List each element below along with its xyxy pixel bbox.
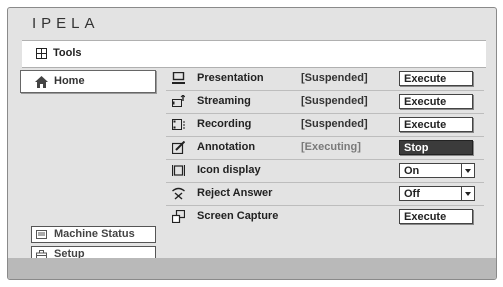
function-name: Screen Capture: [197, 210, 279, 222]
presentation-icon: [172, 72, 185, 84]
select-value: Off: [404, 188, 420, 200]
function-name: Recording: [197, 118, 252, 130]
function-row-screen-capture: Screen Capture Execute: [166, 206, 484, 228]
function-row-annotation: Annotation [Executing] Stop: [166, 137, 484, 160]
reject-icon: [172, 187, 185, 200]
home-label: Home: [54, 75, 85, 87]
function-name: Presentation: [197, 72, 264, 84]
function-name: Icon display: [197, 164, 261, 176]
monitor-icon: [36, 230, 47, 239]
tools-bar: Tools: [22, 40, 486, 68]
grid-icon: [36, 48, 47, 59]
function-state: [Executing]: [301, 141, 361, 153]
stop-button[interactable]: Stop: [399, 140, 473, 155]
function-name: Reject Answer: [197, 187, 273, 199]
function-row-reject-answer: Reject Answer Off: [166, 183, 484, 206]
function-row-icon-display: Icon display On: [166, 160, 484, 183]
home-button[interactable]: Home: [20, 70, 156, 93]
status-bar: [8, 258, 496, 279]
annotation-icon: [172, 141, 185, 154]
chevron-down-icon: [461, 164, 471, 177]
function-state: [Suspended]: [301, 118, 368, 130]
ipela-logo: IPELA: [32, 15, 100, 32]
function-state: [Suspended]: [301, 95, 368, 107]
home-icon: [35, 76, 48, 88]
recording-icon: [172, 119, 185, 130]
reject-answer-select[interactable]: Off: [399, 186, 475, 201]
tools-label: Tools: [53, 47, 82, 59]
function-name: Annotation: [197, 141, 256, 153]
execute-button[interactable]: Execute: [399, 117, 473, 132]
function-state: [Suspended]: [301, 72, 368, 84]
icon-display-icon: [172, 165, 185, 176]
screen-capture-icon: [172, 210, 185, 223]
machine-status-button[interactable]: Machine Status: [31, 226, 156, 243]
execute-button[interactable]: Execute: [399, 94, 473, 109]
streaming-icon: [172, 95, 185, 107]
machine-status-label: Machine Status: [54, 228, 135, 240]
tools-window: IPELA Tools Home Machine Status Setup Pr…: [7, 7, 497, 280]
execute-button[interactable]: Execute: [399, 71, 473, 86]
execute-button[interactable]: Execute: [399, 209, 473, 224]
function-row-streaming: Streaming [Suspended] Execute: [166, 91, 484, 114]
function-name: Streaming: [197, 95, 251, 107]
select-value: On: [404, 165, 420, 177]
function-row-recording: Recording [Suspended] Execute: [166, 114, 484, 137]
function-row-presentation: Presentation [Suspended] Execute: [166, 68, 484, 91]
icon-display-select[interactable]: On: [399, 163, 475, 178]
chevron-down-icon: [461, 187, 471, 200]
